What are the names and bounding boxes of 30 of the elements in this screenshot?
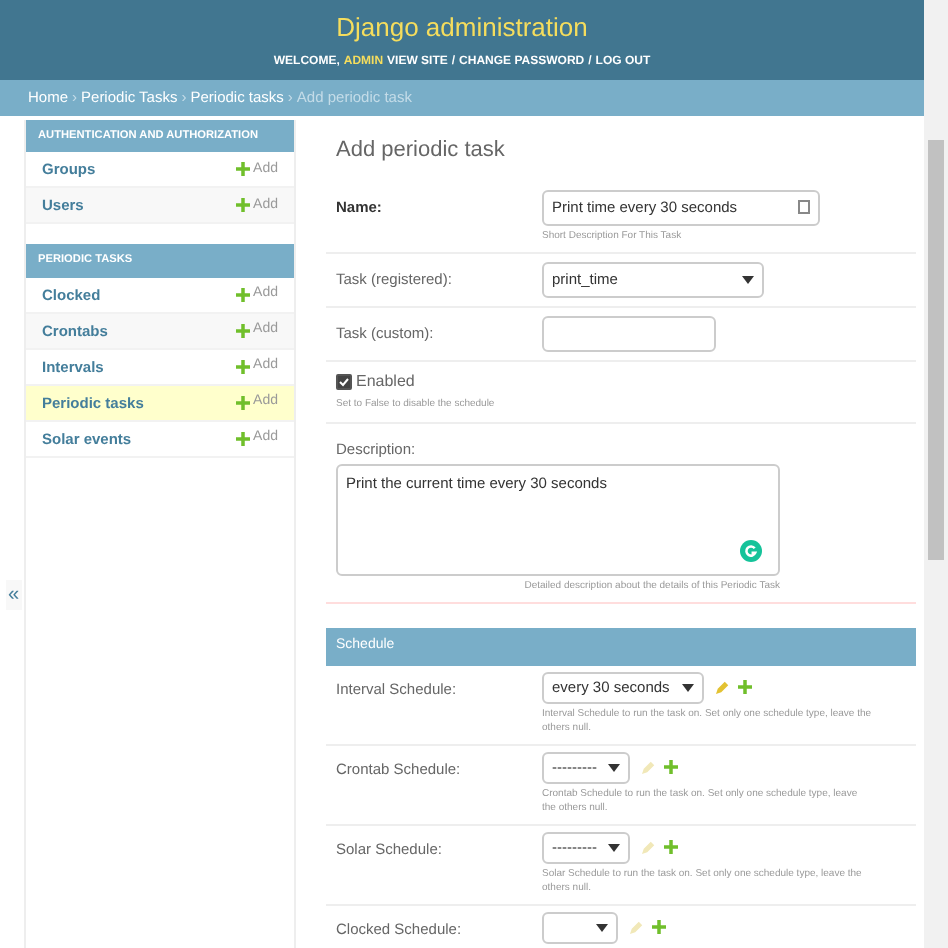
pencil-icon[interactable] bbox=[630, 920, 644, 935]
dropdown-caret-icon bbox=[608, 763, 621, 772]
field-icon bbox=[798, 200, 810, 214]
add-icon[interactable] bbox=[664, 840, 679, 855]
page-title: Add periodic task bbox=[336, 136, 507, 166]
pencil-icon[interactable] bbox=[642, 760, 657, 775]
checkbox-label: Enabled bbox=[356, 370, 415, 394]
site-title: Django administration bbox=[336, 10, 588, 47]
select-field[interactable] bbox=[542, 911, 618, 944]
pencil-icon[interactable] bbox=[715, 680, 730, 695]
add-icon[interactable] bbox=[737, 680, 752, 695]
add-icon[interactable] bbox=[235, 162, 250, 177]
add-icon[interactable] bbox=[235, 323, 250, 338]
add-icon[interactable] bbox=[235, 287, 250, 302]
add-icon[interactable] bbox=[664, 760, 679, 775]
add-icon[interactable] bbox=[235, 198, 250, 213]
scrollbar-thumb[interactable] bbox=[928, 140, 944, 560]
add-icon[interactable] bbox=[652, 920, 666, 935]
dropdown-caret-icon bbox=[742, 276, 754, 284]
add-icon[interactable] bbox=[235, 431, 250, 446]
input-field[interactable] bbox=[542, 316, 716, 352]
add-icon[interactable] bbox=[235, 395, 250, 410]
checkbox[interactable] bbox=[336, 374, 352, 390]
add-icon[interactable] bbox=[235, 359, 250, 374]
collapse-button[interactable]: « bbox=[6, 580, 22, 610]
pencil-icon[interactable] bbox=[642, 840, 657, 855]
dropdown-caret-icon bbox=[596, 923, 608, 932]
dropdown-caret-icon bbox=[681, 683, 694, 692]
grammar-icon bbox=[740, 539, 762, 562]
dropdown-caret-icon bbox=[608, 843, 621, 852]
